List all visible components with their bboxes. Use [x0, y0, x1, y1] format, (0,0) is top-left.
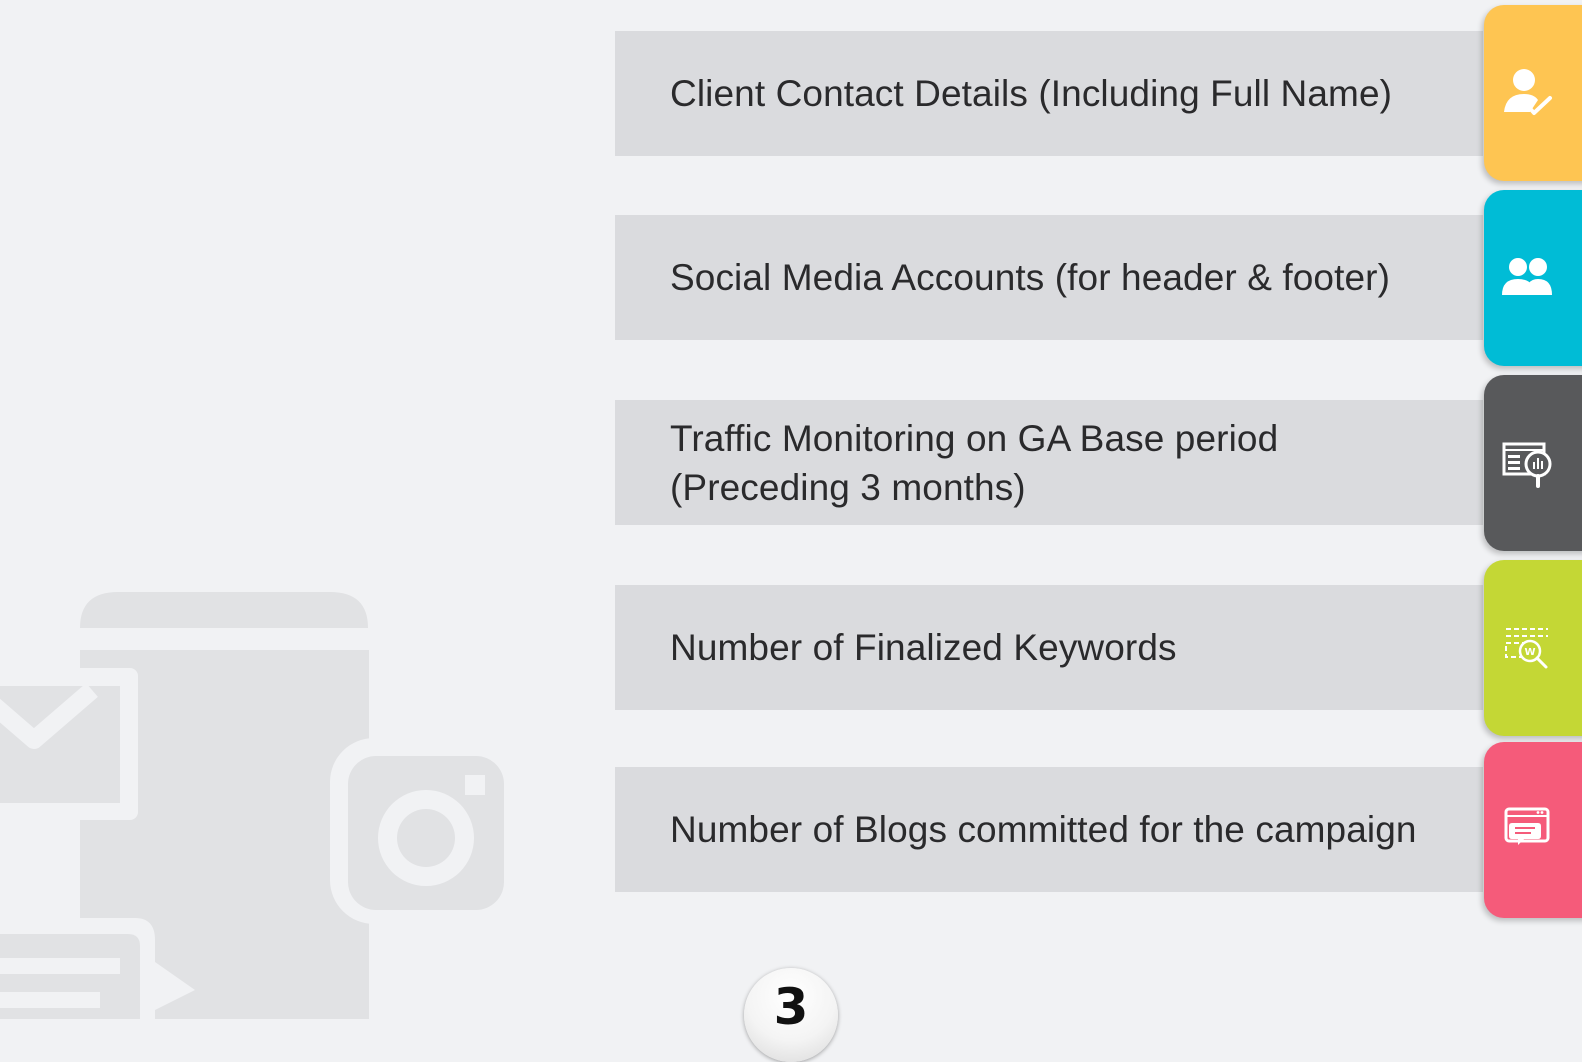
list-item-social-media: Social Media Accounts (for header & foot…	[615, 215, 1483, 340]
tab-traffic-monitoring	[1484, 375, 1582, 551]
tab-blogs	[1484, 742, 1582, 918]
item-label: Traffic Monitoring on GA Base period (Pr…	[670, 417, 1279, 508]
tab-keywords: W	[1484, 560, 1582, 736]
tab-social-media	[1484, 190, 1582, 366]
item-label: Client Contact Details (Including Full N…	[670, 73, 1393, 114]
item-label: Number of Finalized Keywords	[670, 627, 1177, 668]
tab-client-contact	[1484, 5, 1582, 181]
item-label: Number of Blogs committed for the campai…	[670, 809, 1417, 850]
blog-chat-icon	[1504, 807, 1550, 845]
users-icon	[1502, 258, 1552, 295]
list-item-client-contact: Client Contact Details (Including Full N…	[615, 31, 1483, 156]
list-item-blogs: Number of Blogs committed for the campai…	[615, 767, 1483, 892]
item-label: Social Media Accounts (for header & foot…	[670, 257, 1391, 298]
svg-text:W: W	[1524, 647, 1535, 658]
analytics-search-icon	[1502, 442, 1552, 488]
list-item-traffic-monitoring: Traffic Monitoring on GA Base period (Pr…	[615, 400, 1483, 525]
user-check-icon	[1504, 69, 1552, 115]
list-item-keywords: Number of Finalized Keywords	[615, 585, 1483, 710]
instagram-icon	[330, 738, 526, 924]
keyword-search-icon: W	[1505, 628, 1548, 669]
mail-icon	[0, 668, 138, 820]
background-illustration	[0, 592, 526, 1019]
page-number: 3	[773, 978, 809, 1036]
page-number-badge: 3	[744, 968, 838, 1062]
